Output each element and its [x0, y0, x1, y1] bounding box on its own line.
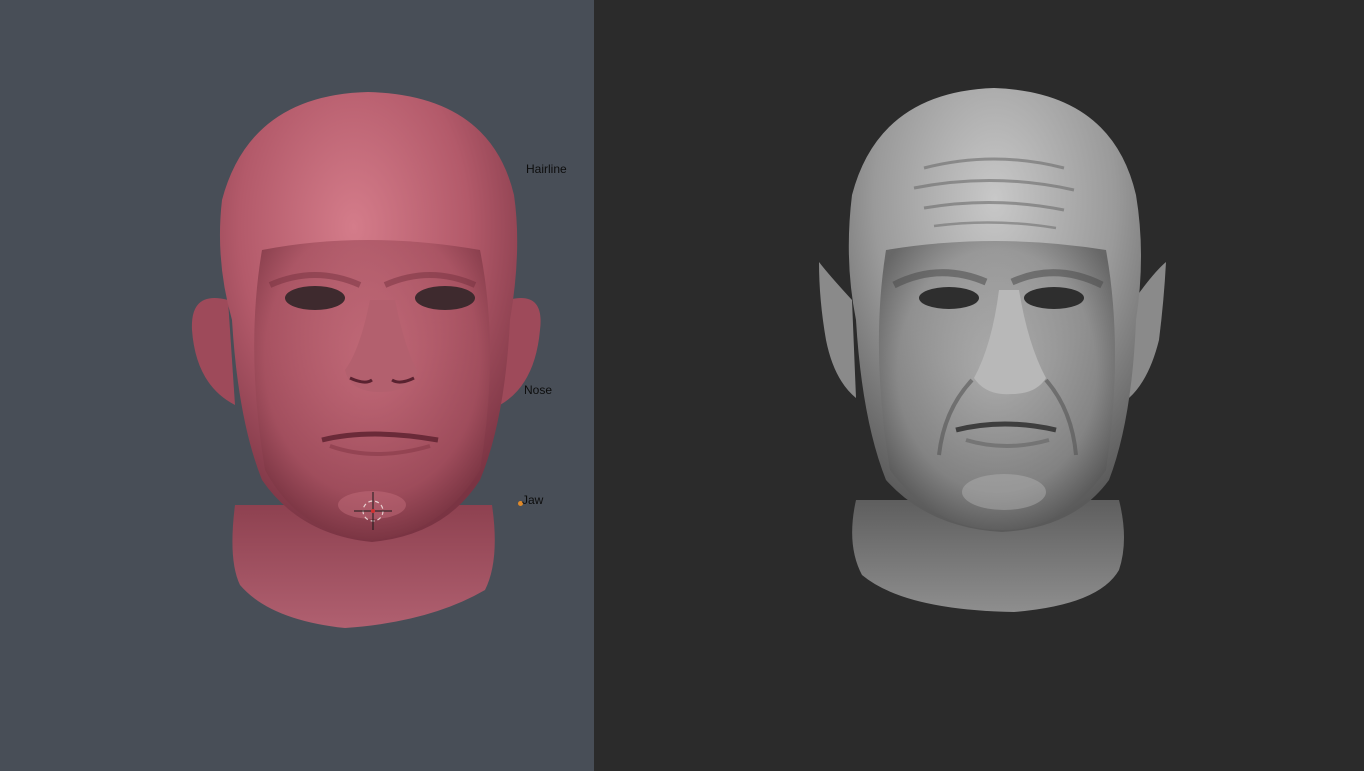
- right-viewport[interactable]: [594, 0, 1364, 771]
- sculpted-head-render: [819, 88, 1166, 612]
- marker-label-hairline[interactable]: Hairline: [526, 162, 567, 176]
- left-eye-socket: [285, 286, 345, 310]
- sculpt-left-eye-socket: [919, 287, 979, 309]
- right-eye-socket: [415, 286, 475, 310]
- sculpt-right-eye-socket: [1024, 287, 1084, 309]
- marker-label-jaw[interactable]: Jaw: [522, 493, 543, 507]
- left-viewport[interactable]: Hairline Nose Jaw: [0, 0, 594, 771]
- base-head-render: [191, 92, 541, 628]
- left-ear-shape: [191, 298, 235, 405]
- sculpt-left-ear-shape: [819, 262, 856, 398]
- marker-label-nose[interactable]: Nose: [524, 383, 552, 397]
